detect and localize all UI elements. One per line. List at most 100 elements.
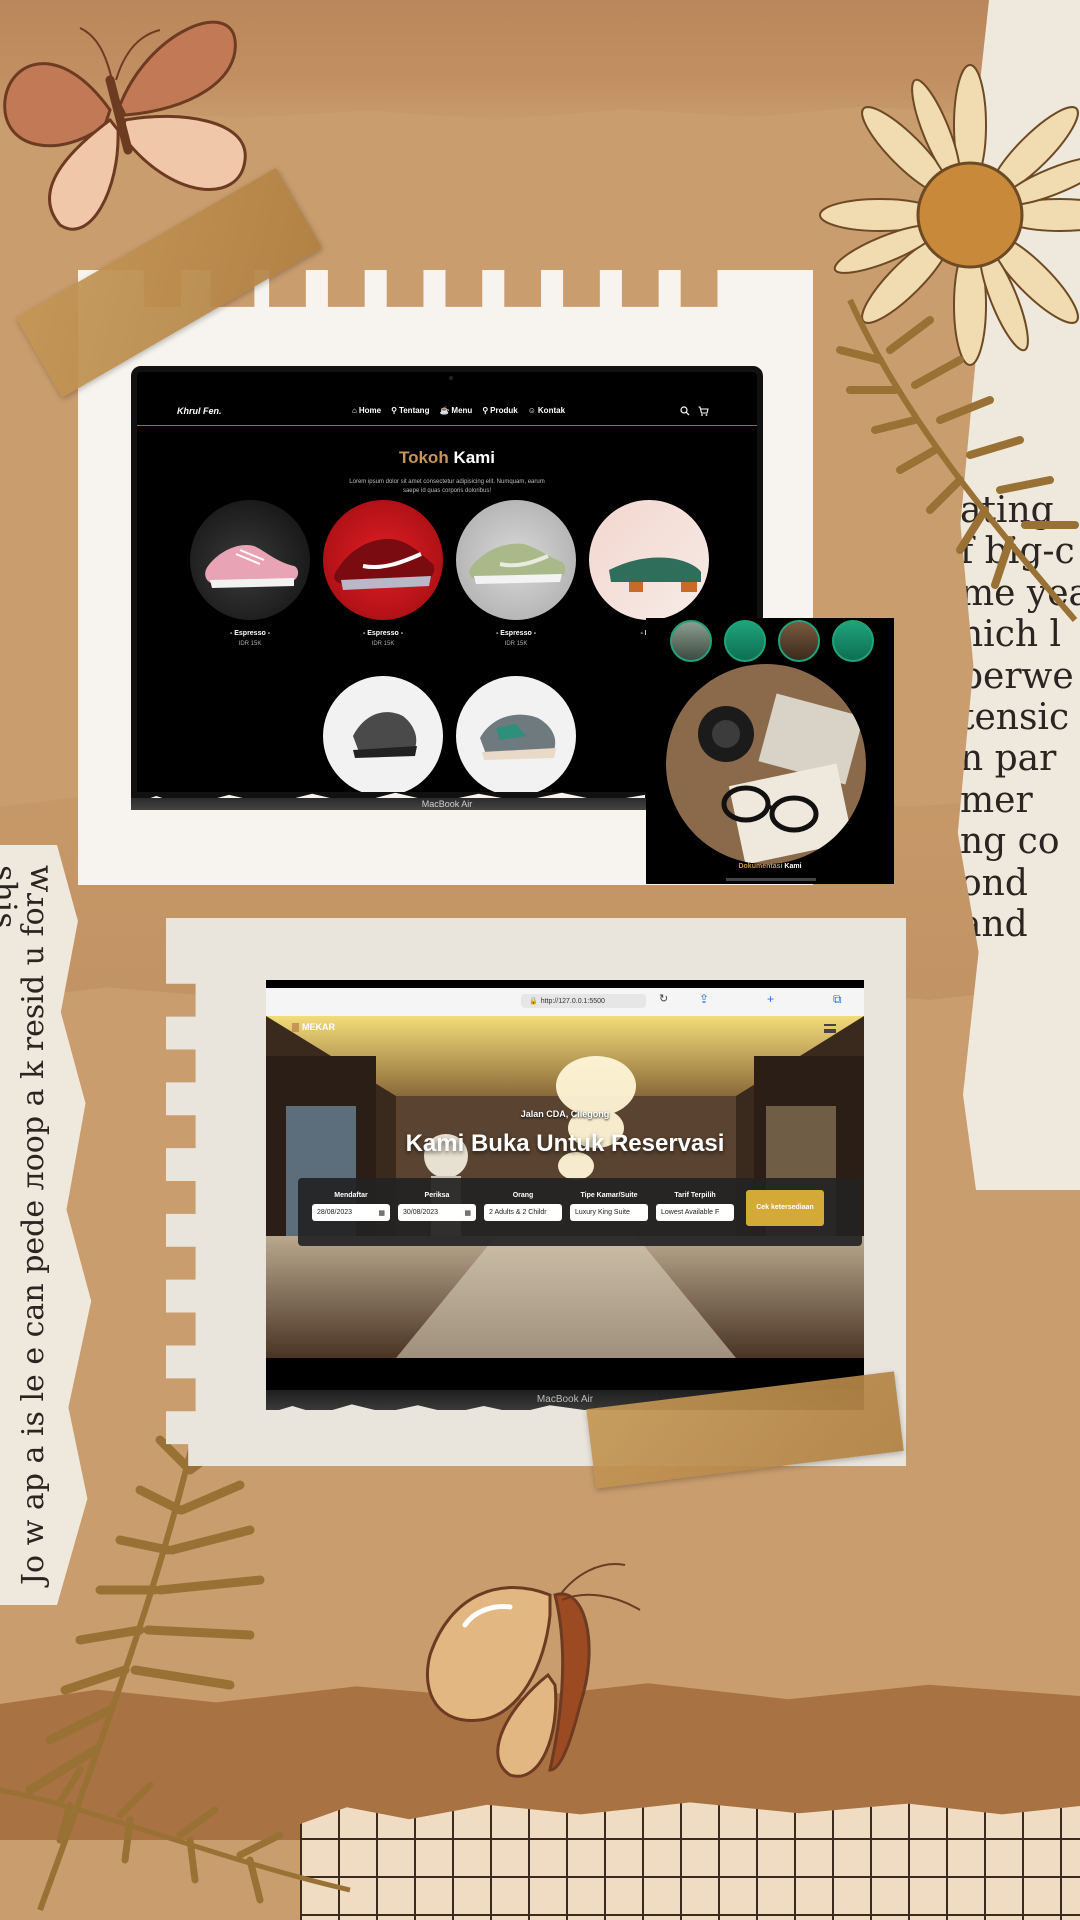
product-image: [323, 500, 443, 620]
address-bar[interactable]: 🔒 http://127.0.0.1:5500: [521, 994, 646, 1008]
avatar[interactable]: [724, 620, 766, 662]
location-pin-icon: ⚲: [482, 406, 489, 415]
fern-branch-icon: [0, 1409, 351, 1912]
nav-link-home[interactable]: ⌂ Home: [352, 406, 381, 415]
sneaker-icon: [353, 712, 417, 758]
field-label: Orang: [512, 1192, 534, 1199]
hero-title: Kami Buka Untuk Reservasi: [405, 1130, 725, 1157]
cup-icon: ☕: [439, 406, 450, 415]
hero-subtitle: Jalan CDA, Cilegong: [520, 1109, 610, 1119]
share-icon[interactable]: ⇪: [699, 992, 709, 1006]
product-name: - Espresso -: [229, 630, 271, 637]
store-nav-icons: [680, 405, 709, 416]
news-line: ng co: [960, 821, 1060, 863]
calendar-icon: ▦: [378, 1209, 385, 1217]
field-label: Tipe Kamar/Suite: [580, 1192, 638, 1199]
input-value: 2 Adults & 2 Childr: [489, 1209, 547, 1216]
news-line: and: [960, 903, 1028, 945]
news-line: berwe: [960, 655, 1074, 697]
nav-link-produk[interactable]: ⚲ Produk: [482, 406, 517, 415]
product-price: IDR 15K: [238, 641, 262, 647]
hamburger-menu-icon[interactable]: [824, 1024, 836, 1033]
sneaker-icon: [480, 714, 556, 760]
booking-form: Mendaftar 28/08/2023 ▦ Periksa 30/08/202…: [298, 1178, 862, 1246]
product-image: [589, 500, 709, 620]
title-accent-word: Tokoh: [398, 448, 449, 467]
store-navbar: Khrul Fen. ⌂ Home ⚲ Tentang ☕ Menu ⚲ Pro…: [137, 396, 757, 426]
vintage-desk-photo: [666, 664, 866, 864]
guests-field: Orang 2 Adults & 2 Childr: [484, 1192, 562, 1221]
news-line: n par: [960, 738, 1057, 780]
news-line: лоор: [16, 1115, 51, 1191]
avatar[interactable]: [778, 620, 820, 662]
nav-link-menu[interactable]: ☕ Menu: [439, 406, 472, 415]
contact-icon: ☺: [527, 406, 536, 415]
input-value: Lowest Available F: [661, 1209, 720, 1216]
input-value: 30/08/2023: [403, 1209, 439, 1216]
guests-input[interactable]: 2 Adults & 2 Childr: [484, 1204, 562, 1221]
checkin-date-input[interactable]: 28/08/2023 ▦: [312, 1204, 390, 1221]
product-name: - Espresso -: [362, 630, 404, 637]
rate-field: Tarif Terpilih Lowest Available F: [656, 1192, 734, 1221]
checkin-field: Mendaftar 28/08/2023 ▦: [312, 1192, 390, 1221]
product-image: [456, 500, 576, 620]
fern-branch-icon: [836, 298, 1079, 622]
butterfly-icon: [425, 1563, 641, 1778]
hotel-hero: MEKAR Jalan CDA, Cilegong Kami Buka Untu…: [266, 1016, 864, 1358]
nav-link-label: Menu: [451, 406, 473, 415]
news-line: e can: [16, 1283, 51, 1365]
lock-icon: 🔒: [529, 998, 538, 1005]
home-icon: ⌂: [352, 406, 357, 415]
product-price: IDR 15K: [504, 641, 528, 647]
news-line: tensic: [960, 696, 1070, 738]
cart-icon[interactable]: [698, 405, 709, 416]
logo-mark-icon: [292, 1022, 299, 1032]
shoe-icon: [609, 557, 701, 592]
news-line: pede: [16, 1199, 51, 1274]
sneaker-icon: [469, 543, 566, 584]
new-tab-icon[interactable]: +: [767, 992, 774, 1006]
grid-paper-scrap: [300, 1802, 1080, 1920]
documentation-title: Dokumentasi Kami: [646, 863, 894, 870]
news-line: a k: [16, 1060, 51, 1107]
location-pin-icon: ⚲: [391, 406, 397, 415]
checkout-date-input[interactable]: 30/08/2023 ▦: [398, 1204, 476, 1221]
hotel-logo[interactable]: MEKAR: [292, 1022, 335, 1032]
product-name: - Espresso -: [495, 630, 537, 637]
checkout-field: Periksa 30/08/2023 ▦: [398, 1192, 476, 1221]
product-card[interactable]: - Espresso - IDR 15K: [323, 500, 443, 647]
product-card[interactable]: [456, 676, 576, 792]
room-type-select[interactable]: Luxury King Suite: [570, 1204, 648, 1221]
avatar[interactable]: [832, 620, 874, 662]
search-icon[interactable]: [680, 405, 690, 416]
rate-select[interactable]: Lowest Available F: [656, 1204, 734, 1221]
logo-text: MEKAR: [302, 1022, 335, 1032]
news-line: resid: [16, 974, 51, 1052]
store-brand-logo[interactable]: Khrul Fen.: [177, 406, 222, 416]
nav-link-tentang[interactable]: ⚲ Tentang: [391, 406, 429, 415]
product-card[interactable]: - Espresso - IDR 15K: [456, 500, 576, 647]
product-price: IDR 15K: [371, 641, 395, 647]
product-card[interactable]: [323, 676, 443, 792]
avatar[interactable]: [670, 620, 712, 662]
title-accent-word: Dokumentasi: [738, 863, 783, 870]
room-type-field: Tipe Kamar/Suite Luxury King Suite: [570, 1192, 648, 1221]
documentation-photo: [666, 664, 866, 864]
store-nav-links: ⌂ Home ⚲ Tentang ☕ Menu ⚲ Produk ☺ Konta…: [352, 406, 565, 415]
store-section-title: Tokoh Kami: [137, 448, 757, 468]
nav-link-label: Tentang: [398, 406, 430, 415]
field-label: Mendaftar: [334, 1192, 368, 1199]
url-text: http://127.0.0.1:5500: [540, 997, 605, 1005]
sneaker-icon: [334, 539, 435, 590]
nav-link-kontak[interactable]: ☺ Kontak: [528, 406, 565, 415]
nav-link-label: Home: [358, 406, 382, 415]
product-card[interactable]: - Espresso - IDR 15K: [190, 500, 310, 647]
laptop-camera: [449, 376, 453, 380]
field-label: Tarif Terpilih: [674, 1192, 716, 1199]
tabs-overview-icon[interactable]: ⧉: [833, 992, 842, 1007]
check-availability-button[interactable]: Cek ketersediaan: [746, 1190, 824, 1226]
product-image: [323, 676, 443, 792]
store-section-description: Lorem ipsum dolor sit amet consectetur a…: [349, 479, 545, 494]
input-value: 28/08/2023: [317, 1209, 353, 1216]
reload-icon[interactable]: ↻: [659, 992, 668, 1005]
